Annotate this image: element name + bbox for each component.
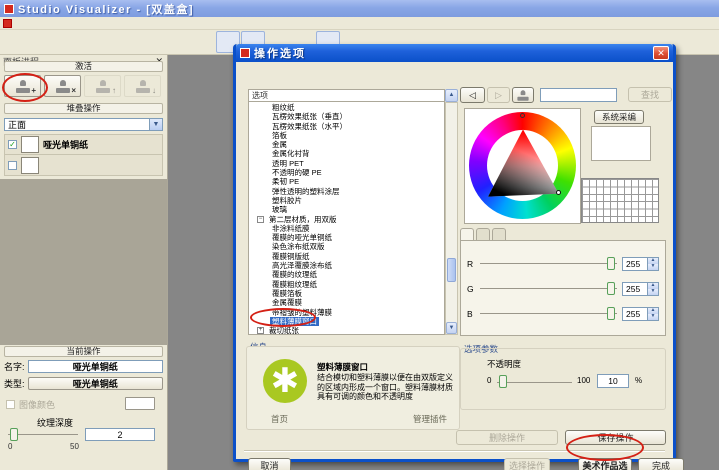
opacity-min: 0 (487, 376, 491, 385)
stamp-up-button[interactable]: ↑ (84, 75, 121, 97)
texture-depth-value[interactable]: 2 (85, 428, 155, 441)
scroll-up-icon[interactable]: ▲ (445, 89, 458, 102)
dialog-title: 操作选项 (254, 45, 653, 61)
stamp-tool-button[interactable] (512, 87, 534, 103)
window-title: Studio Visualizer - [双盖盒] (18, 1, 194, 17)
swatch-grid[interactable] (581, 178, 659, 223)
image-color-label: 图像颜色 (19, 398, 55, 411)
name-field[interactable]: 哑光单铜纸 (28, 360, 163, 373)
operation-options-dialog: 操作选项 ✕ 选项 ▲ 粗纹纸 瓦楞效果纸张（垂直） 瓦楞效果纸张（水平） (233, 44, 676, 462)
dialog-titlebar[interactable]: 操作选项 ✕ (236, 44, 673, 62)
menubar (0, 17, 719, 30)
scroll-down-icon[interactable]: ▼ (446, 322, 457, 334)
main-titlebar: Studio Visualizer - [双盖盒] (0, 0, 719, 17)
slider-handle[interactable] (10, 428, 18, 441)
hue-wheel[interactable] (469, 112, 576, 219)
app-icon (4, 4, 14, 14)
delete-operation-button[interactable]: 删除操作 (456, 430, 558, 445)
options-tree-header: 选项 (248, 89, 445, 102)
slider-track (8, 434, 78, 435)
print-icon[interactable] (58, 31, 82, 53)
forward-button[interactable]: ▷ (487, 87, 510, 103)
color-wheel-box (464, 108, 581, 224)
refresh-icon[interactable] (158, 31, 182, 53)
opacity-unit: % (635, 376, 642, 385)
dialog-body: 选项 ▲ 粗纹纸 瓦楞效果纸张（垂直） 瓦楞效果纸张（水平） 箔板 (236, 62, 673, 459)
activate-bar: 激活 (4, 61, 163, 72)
find-button[interactable]: 查找 (628, 87, 672, 102)
image-color-swatch-button[interactable] (125, 397, 155, 410)
chevron-down-icon[interactable]: ▼ (149, 119, 162, 130)
hue-marker[interactable] (520, 113, 525, 118)
type-row: 类型: 哑光单铜纸 (4, 377, 163, 390)
divider (244, 450, 665, 452)
face-select-value: 正面 (8, 118, 26, 131)
opacity-slider: 0 100 10 % (487, 373, 662, 387)
panel-filler (0, 179, 167, 345)
cancel-button[interactable]: 取消 (248, 458, 291, 470)
options-tree: 粗纹纸 瓦楞效果纸张（垂直） 瓦楞效果纸张（水平） 箔板 金属 (248, 102, 445, 335)
image-color-checkbox[interactable] (6, 400, 15, 409)
artwork-select-button[interactable]: 美术作品选 (578, 458, 632, 470)
scrollbar-thumb[interactable] (447, 258, 456, 282)
save-operation-button[interactable]: 保存操作 (565, 430, 666, 445)
stamp-icon (517, 90, 530, 100)
preview-icon[interactable] (183, 31, 207, 53)
name-row: 名字: 哑光单铜纸 (4, 360, 163, 373)
stamp-down-button[interactable]: ↓ (124, 75, 161, 97)
info-description: 结合模切和塑料薄膜以便在由双版定义的区域内形成一个窗口。塑料薄膜材质具有可调的颜… (317, 373, 453, 402)
current-operation-bar: 当前操作 (4, 346, 163, 357)
redo-icon[interactable] (133, 31, 157, 53)
add-operation-stamp-button[interactable]: + (4, 75, 41, 97)
app-window: Studio Visualizer - [双盖盒] 面板进程 ✕ 激活 + × (0, 0, 719, 470)
rgb-panel: R 255 ▲▼ G 255 ▲▼ B (460, 240, 666, 336)
opacity-max: 100 (577, 376, 590, 385)
stack-operations-bar: 堆叠操作 (4, 103, 163, 114)
home-link[interactable]: 首页 (271, 413, 288, 425)
color-preview-swatch (591, 126, 651, 161)
select-operation-button[interactable]: 选择操作 (504, 458, 550, 470)
save-icon[interactable] (83, 31, 107, 53)
stamp-buttons: + × ↑ ↓ (4, 75, 163, 97)
remove-operation-stamp-button[interactable]: × (44, 75, 81, 97)
opacity-track[interactable] (497, 382, 572, 383)
close-icon[interactable]: ✕ (653, 46, 669, 60)
open-icon[interactable] (33, 31, 57, 53)
texture-max-label: 50 (70, 442, 79, 451)
plugin-logo-icon: ✱ (263, 359, 307, 403)
texture-min-label: 0 (8, 442, 12, 451)
texture-depth-slider: 2 (8, 428, 160, 441)
info-box: ✱ 塑料薄膜窗口 结合模切和塑料薄膜以便在由双版定义的区域内形成一个窗口。塑料薄… (246, 346, 460, 430)
layer-list: ✓ 哑光单铜纸 (4, 134, 163, 178)
search-input[interactable] (540, 88, 617, 102)
system-pick-button[interactable]: 系统采编 (594, 110, 644, 124)
info-title: 塑料薄膜窗口 (317, 361, 368, 373)
params-box: 不透明度 0 100 10 % (460, 348, 666, 410)
image-color-row: 图像颜色 (6, 398, 163, 410)
back-button[interactable]: ◁ (460, 87, 485, 103)
type-button[interactable]: 哑光单铜纸 (28, 377, 163, 390)
process-panel: 面板进程 ✕ 激活 + × ↑ ↓ 堆叠操作 正面 (0, 55, 168, 470)
opacity-handle[interactable] (499, 375, 507, 388)
name-label: 名字: (4, 360, 25, 373)
sv-marker[interactable] (556, 190, 561, 195)
type-label: 类型: (4, 377, 25, 390)
manage-plugins-link[interactable]: 管理插件 (413, 413, 447, 425)
undo-icon[interactable] (108, 31, 132, 53)
opacity-label: 不透明度 (487, 358, 521, 370)
document-icon (3, 19, 12, 28)
dialog-icon (240, 48, 250, 58)
tree-scrollbar[interactable]: ▼ (445, 102, 458, 335)
new-icon[interactable] (8, 31, 32, 53)
face-select[interactable]: 正面 ▼ (4, 118, 163, 131)
opacity-value[interactable]: 10 (597, 374, 629, 388)
done-button[interactable]: 完成 (638, 458, 684, 470)
toolbar-separator (208, 31, 215, 53)
